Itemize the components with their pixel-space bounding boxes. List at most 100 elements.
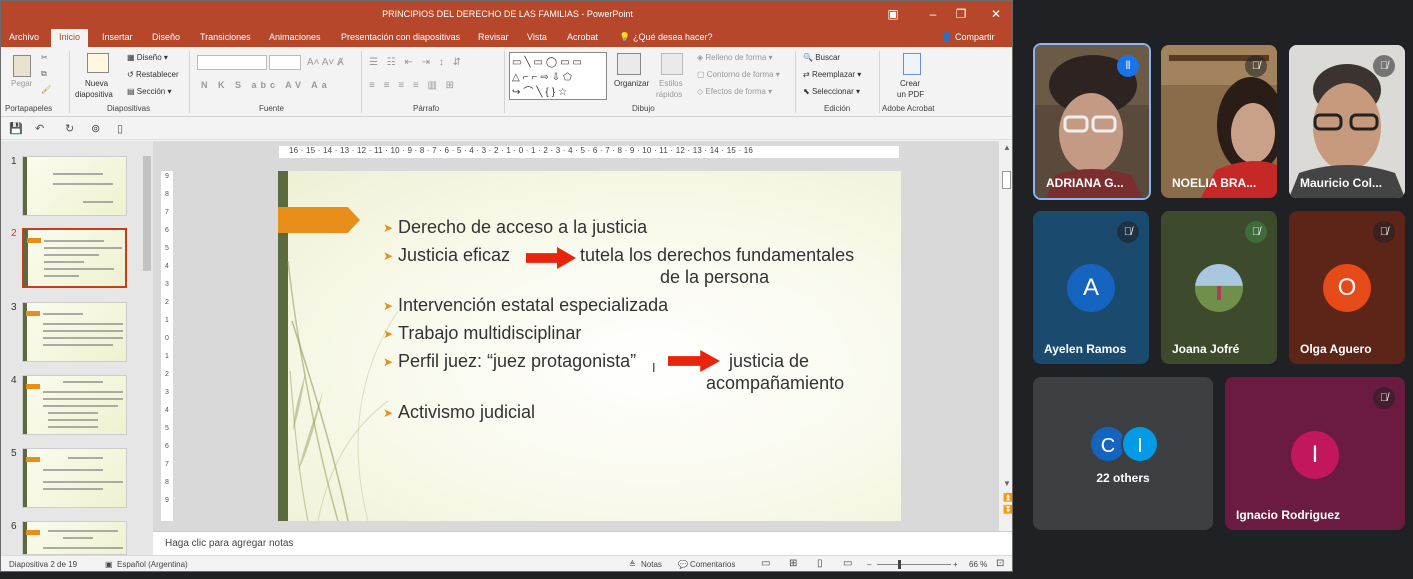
previous-slide-icon[interactable]: ⏫	[1003, 493, 1012, 502]
slideshow-icon[interactable]: ▭	[843, 558, 852, 569]
shape-effects-button[interactable]: ◇ Efectos de forma ▾	[697, 87, 772, 96]
next-slide-icon[interactable]: ⏬	[1003, 505, 1012, 514]
participant-tile[interactable]: 🎙̸ O Olga Aguero	[1289, 211, 1405, 364]
quick-styles-label1[interactable]: Estilos	[659, 79, 683, 88]
thumb-number: 3	[11, 302, 17, 313]
minimize-button[interactable]: –	[923, 7, 943, 21]
layout-button[interactable]: ▦ Diseño ▾	[127, 53, 168, 62]
zoom-slider-handle[interactable]	[898, 560, 901, 569]
notes-placeholder[interactable]: Haga clic para agregar notas	[165, 538, 293, 549]
font-size-controls[interactable]: A˄ A˅ Ⱥ	[307, 57, 344, 68]
slide-thumbnail[interactable]	[22, 521, 127, 555]
notes-icon[interactable]: ≜	[629, 560, 636, 569]
quick-styles-label2[interactable]: rápidos	[656, 90, 682, 99]
section-button[interactable]: ▤ Sección ▾	[127, 87, 172, 96]
arrange-icon[interactable]	[617, 53, 641, 75]
scroll-down-icon[interactable]: ▼	[1003, 479, 1011, 488]
comments-icon[interactable]: 💬	[678, 560, 688, 569]
font-size-field[interactable]	[269, 55, 301, 70]
thumb-text	[43, 547, 123, 549]
zoom-slider[interactable]	[877, 564, 951, 565]
align-buttons[interactable]: ≡ ≡ ≡ ≡ ▥ ⊞	[369, 80, 457, 91]
reset-button[interactable]: ↺ Restablecer	[127, 70, 179, 79]
undo-icon[interactable]: ↶	[35, 122, 44, 135]
new-slide-icon[interactable]	[87, 53, 109, 73]
tab-transiciones[interactable]: Transiciones	[200, 32, 251, 42]
tab-inicio[interactable]: Inicio	[51, 29, 89, 47]
tab-acrobat[interactable]: Acrobat	[567, 32, 598, 42]
participant-tile[interactable]: 🎙̸ A Ayelen Ramos	[1033, 211, 1149, 364]
shapes-gallery[interactable]: ▭╲▭◯▭▭ △⌐⌐⇨⇩⬠ ↪⌒╲{}☆	[509, 52, 607, 100]
spellcheck-icon[interactable]: ▣	[105, 560, 113, 569]
tab-vista[interactable]: Vista	[527, 32, 547, 42]
tell-me-search[interactable]: ¿Qué desea hacer?	[633, 32, 713, 42]
create-pdf-label2[interactable]: un PDF	[897, 90, 924, 99]
copy-icon[interactable]: ⧉	[41, 69, 47, 79]
slide-sorter-icon[interactable]: ⊞	[789, 558, 797, 569]
shape-outline-button[interactable]: ▢ Contorno de forma ▾	[697, 70, 780, 79]
thumbnail-scrollbar[interactable]	[142, 146, 152, 551]
thumb-text	[43, 469, 103, 471]
comments-button[interactable]: Comentarios	[690, 560, 735, 569]
tab-animaciones[interactable]: Animaciones	[269, 32, 321, 42]
person-icon: 👤	[941, 32, 953, 42]
save-icon[interactable]: 💾	[9, 122, 23, 135]
close-button[interactable]: ✕	[986, 7, 1006, 21]
participant-tile-video[interactable]: 🎙̸ Mauricio Col...	[1289, 45, 1405, 198]
tab-revisar[interactable]: Revisar	[478, 32, 509, 42]
normal-view-icon[interactable]: ▭	[761, 558, 770, 569]
present-icon[interactable]: ⊚	[91, 122, 100, 135]
font-name-field[interactable]	[197, 55, 267, 70]
tab-archivo[interactable]: Archivo	[9, 32, 39, 42]
slide-thumbnail-selected[interactable]	[22, 228, 127, 288]
others-tile[interactable]: C I 22 others	[1033, 377, 1213, 530]
reading-view-icon[interactable]: ▯	[817, 558, 823, 569]
thumb-bar	[23, 522, 27, 554]
slide-canvas[interactable]: ➤ Derecho de acceso a la justicia ➤ Just…	[278, 171, 901, 521]
zoom-level[interactable]: 66 %	[969, 560, 987, 569]
tab-diseno[interactable]: Diseño	[152, 32, 180, 42]
zoom-out-icon[interactable]: –	[867, 560, 871, 569]
slide-thumbnail[interactable]	[22, 375, 127, 435]
font-format-buttons[interactable]: N K S abc AV Aa	[201, 80, 331, 90]
bullet-icon: ➤	[383, 327, 394, 341]
scroll-up-icon[interactable]: ▲	[1003, 143, 1011, 152]
create-pdf-icon[interactable]	[903, 53, 921, 75]
slide-thumbnail[interactable]	[22, 156, 127, 216]
replace-button[interactable]: ⇄ Reemplazar ▾	[803, 70, 861, 79]
slide-thumbnail[interactable]	[22, 448, 127, 508]
new-slide-label2[interactable]: diapositiva	[75, 90, 113, 99]
tab-presentacion[interactable]: Presentación con diapositivas	[341, 32, 460, 42]
paste-icon[interactable]	[13, 55, 31, 77]
notes-pane[interactable]: Haga clic para agregar notas	[153, 531, 1012, 555]
share-button[interactable]: Compartir	[955, 32, 995, 42]
list-buttons[interactable]: ☰ ☷ ⇤ ⇥ ↕ ⇵	[369, 57, 464, 68]
shape-fill-button[interactable]: ◈ Relleno de forma ▾	[697, 53, 773, 62]
notes-button[interactable]: Notas	[641, 560, 662, 569]
ribbon-display-icon[interactable]: ▣	[883, 7, 903, 21]
participant-tile[interactable]: 🎙̸ I Ignacio Rodriguez	[1225, 377, 1405, 530]
create-pdf-label1[interactable]: Crear	[900, 79, 920, 88]
tab-insertar[interactable]: Insertar	[102, 32, 133, 42]
fit-slide-icon[interactable]: ⊡	[996, 558, 1004, 569]
select-button[interactable]: ⬉ Seleccionar ▾	[803, 87, 860, 96]
format-painter-icon[interactable]: 🖌	[41, 85, 51, 94]
slide-thumbnail[interactable]	[22, 302, 127, 362]
editor-scrollbar[interactable]: ▲ ▼ ⏫ ⏬	[1000, 141, 1012, 555]
find-button[interactable]: 🔍 Buscar	[803, 53, 840, 62]
quick-styles-icon[interactable]	[661, 53, 683, 75]
participant-tile-video[interactable]: ⦀ ADRIANA G...	[1033, 43, 1151, 200]
paste-label[interactable]: Pegar	[11, 79, 32, 88]
scroll-thumb[interactable]	[1002, 171, 1011, 189]
cut-icon[interactable]: ✂	[41, 53, 48, 62]
restore-button[interactable]: ❐	[951, 7, 971, 21]
zoom-in-icon[interactable]: +	[953, 560, 958, 569]
language-status[interactable]: Español (Argentina)	[117, 560, 188, 569]
arrange-label[interactable]: Organizar	[614, 79, 649, 88]
participant-tile-video[interactable]: 🎙̸ NOELIA BRA...	[1161, 45, 1277, 198]
redo-icon[interactable]: ↻	[65, 122, 74, 135]
new-file-icon[interactable]: ▯	[117, 122, 123, 135]
scroll-thumb[interactable]	[143, 156, 151, 271]
new-slide-label1[interactable]: Nueva	[85, 79, 108, 88]
participant-tile[interactable]: 🎙̸ Joana Jofré	[1161, 211, 1277, 364]
